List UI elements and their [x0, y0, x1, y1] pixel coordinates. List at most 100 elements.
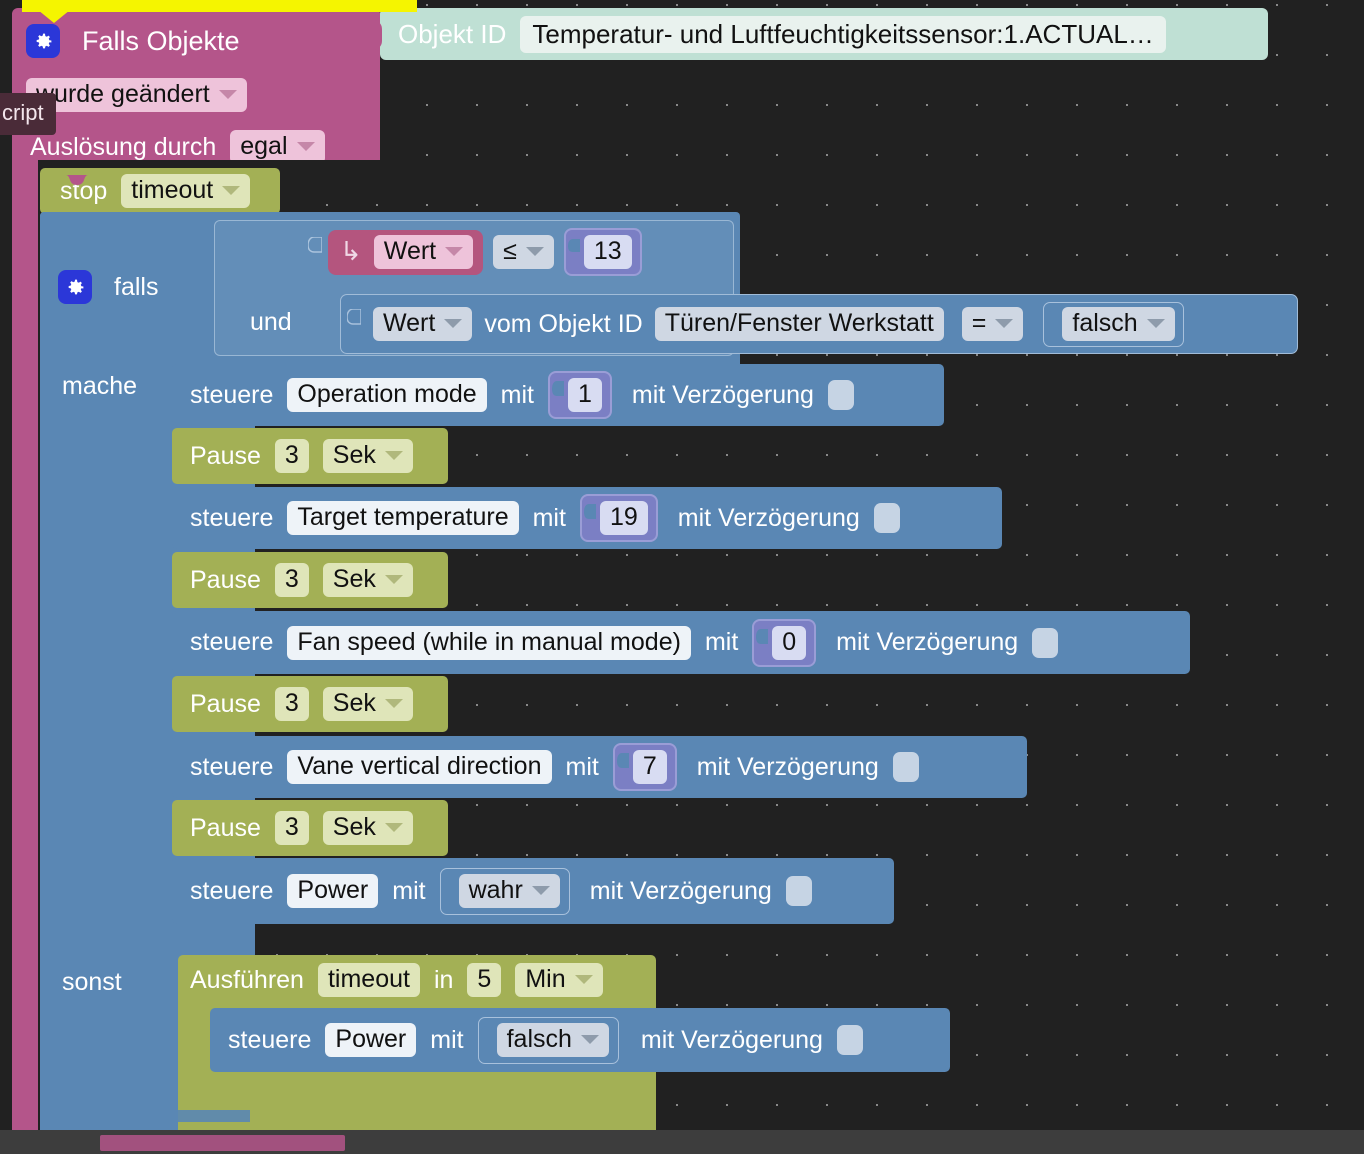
return-arrow-icon: ↳ [340, 236, 362, 266]
socket-notch-icon [480, 1025, 493, 1041]
condition-row-2[interactable]: Wert vom Objekt ID Türen/Fenster Werksta… [340, 294, 1298, 354]
pause-block[interactable]: Pause 3 Sek [172, 676, 448, 732]
control-delay-label: mit Verzögerung [677, 503, 860, 532]
run-timer-in-label: in [433, 965, 454, 994]
control-block[interactable]: steuere Power mit wahr mit Verzögerung [172, 858, 894, 924]
pause-amount-field[interactable]: 3 [274, 687, 309, 721]
control-delay-label: mit Verzögerung [631, 380, 814, 409]
control-block[interactable]: steuere Target temperature mit 19 mit Verzög… [172, 487, 1002, 549]
gear-icon[interactable] [58, 270, 92, 304]
else-inner-control-block[interactable]: steuere Power mit falsch mit Verzögerung [210, 1008, 950, 1072]
socket-notch-icon [1046, 310, 1059, 324]
object-id-label: Objekt ID [398, 19, 507, 49]
object-id-block[interactable]: Objekt ID Temperatur- und Luftfeuchtigke… [380, 8, 1268, 60]
control-target-field[interactable]: Power [325, 1023, 417, 1057]
pause-amount-field[interactable]: 3 [274, 811, 309, 845]
else-label: sonst [62, 968, 122, 996]
control-target-field[interactable]: Vane vertical direction [287, 750, 552, 784]
control-delay-checkbox[interactable] [836, 1025, 863, 1055]
chevron-down-icon [444, 319, 463, 328]
control-with-label: mit [532, 503, 566, 532]
pause-unit-dropdown[interactable]: Sek [322, 687, 413, 721]
pause-amount-field[interactable]: 3 [274, 563, 309, 597]
if-label-row: falls [58, 270, 158, 304]
chevron-down-icon [580, 1034, 599, 1044]
chevron-down-icon [1146, 318, 1165, 328]
control-verb: steuere [190, 876, 274, 905]
run-timer-amount[interactable]: 5 [467, 963, 502, 997]
horizontal-scrollbar-track[interactable] [0, 1110, 1364, 1154]
socket-notch-icon [583, 504, 596, 519]
pause-unit-dropdown[interactable]: Sek [322, 811, 413, 845]
pause-amount-field[interactable]: 3 [274, 439, 309, 473]
control-value-boolean[interactable]: wahr [439, 867, 570, 915]
condition2-left-dropdown[interactable]: Wert [373, 307, 473, 341]
pause-unit-dropdown[interactable]: Sek [322, 439, 413, 473]
trigger-condition-label: wurde geändert [36, 80, 210, 108]
control-value-number[interactable]: 1 [548, 371, 612, 419]
condition2-operator-dropdown[interactable]: = [961, 307, 1024, 341]
trigger-source-row: Auslösung durch egal [30, 130, 325, 164]
object-id-field[interactable]: Temperatur- und Luftfeuchtigkeitssensor:… [520, 15, 1166, 53]
control-delay-checkbox[interactable] [785, 876, 812, 906]
control-value-number[interactable]: 7 [612, 743, 677, 791]
trigger-block[interactable]: Falls Objekte wurde geändert Auslösung d… [12, 8, 380, 168]
pause-block[interactable]: Pause 3 Sek [172, 552, 448, 608]
comparison-block[interactable]: ↳ Wert [328, 229, 484, 275]
pause-verb: Pause [190, 441, 261, 470]
if-label: falls [114, 272, 159, 301]
condition1-left-dropdown[interactable]: Wert [373, 234, 474, 269]
control-with-label: mit [500, 380, 534, 409]
gear-icon[interactable] [26, 24, 60, 58]
pause-unit-dropdown[interactable]: Sek [322, 563, 413, 597]
blockly-workspace[interactable]: Falls Objekte wurde geändert Auslösung d… [0, 0, 1364, 1154]
control-value-number[interactable]: 0 [752, 618, 817, 667]
stop-timer-block[interactable]: stop timeout [40, 168, 280, 214]
control-block[interactable]: steuere Vane vertical direction mit 7 mit Ve… [172, 736, 1027, 798]
chevron-down-icon [574, 975, 593, 984]
stop-timer-dropdown[interactable]: timeout [121, 174, 251, 208]
chevron-down-icon [218, 90, 237, 99]
control-value-number[interactable]: 19 [579, 494, 658, 542]
chevron-down-icon [222, 186, 241, 195]
control-value-field: wahr [458, 873, 560, 908]
trigger-source-label: Auslösung durch [30, 132, 217, 161]
condition2-value-block[interactable]: falsch [1043, 301, 1184, 347]
control-target-field[interactable]: Fan speed (while in manual mode) [287, 625, 691, 660]
trigger-source-dropdown[interactable]: egal [230, 130, 325, 164]
control-delay-checkbox[interactable] [827, 380, 854, 410]
condition1-number-block[interactable]: 13 [563, 228, 642, 276]
condition-row-1: ↳ Wert ≤ 13 [222, 228, 732, 276]
control-delay-label: mit Verzögerung [696, 752, 879, 781]
horizontal-scrollbar-thumb-secondary[interactable] [100, 1110, 250, 1122]
control-value-block[interactable]: falsch [477, 1016, 619, 1064]
socket-notch-icon [567, 239, 580, 252]
horizontal-scrollbar-thumb[interactable] [100, 1135, 345, 1151]
chevron-down-icon [531, 885, 550, 895]
run-timer-unit-dropdown[interactable]: Min [515, 963, 603, 997]
trigger-condition-dropdown[interactable]: wurde geändert [26, 78, 247, 112]
control-delay-checkbox[interactable] [1032, 627, 1059, 658]
pause-block[interactable]: Pause 3 Sek [172, 800, 448, 856]
chevron-down-icon [525, 247, 544, 256]
pause-block[interactable]: Pause 3 Sek [172, 428, 448, 484]
control-target-field[interactable]: Target temperature [287, 501, 519, 535]
control-target-field[interactable]: Operation mode [287, 378, 487, 412]
control-with-label: mit [565, 752, 599, 781]
control-verb: steuere [190, 628, 274, 656]
selection-highlight-notch [38, 10, 70, 23]
run-timer-row: Ausführen timeout in 5 Min [190, 963, 603, 997]
socket-notch-icon [756, 628, 769, 644]
condition2-object-id-field[interactable]: Türen/Fenster Werkstatt [654, 307, 944, 341]
control-verb: steuere [228, 1025, 312, 1054]
control-verb: steuere [190, 752, 274, 781]
control-delay-checkbox[interactable] [892, 752, 919, 782]
control-target-field[interactable]: Power [287, 874, 379, 908]
condition1-operator-dropdown[interactable]: ≤ [493, 235, 554, 269]
control-block[interactable]: steuere Fan speed (while in manual mode) m… [172, 611, 1190, 674]
control-block[interactable]: steuere Operation mode mit 1 mit Verzögerung [172, 364, 944, 426]
control-with-label: mit [704, 628, 739, 656]
control-delay-label: mit Verzögerung [836, 628, 1019, 656]
run-timer-name[interactable]: timeout [317, 963, 420, 997]
control-delay-checkbox[interactable] [873, 503, 900, 533]
